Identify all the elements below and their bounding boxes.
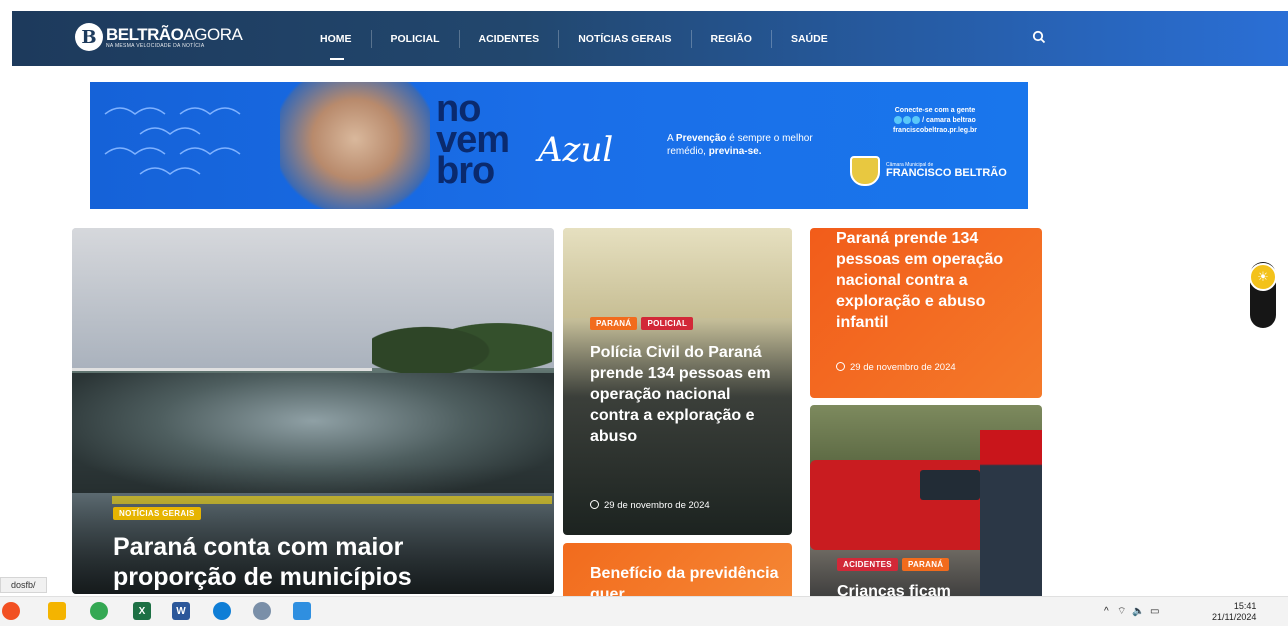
settings-icon[interactable] — [253, 602, 271, 620]
taskbar-clock[interactable]: 15:41 21/11/2024 — [1212, 601, 1256, 623]
category-tag[interactable]: PARANÁ — [590, 317, 638, 330]
news-card-beneficio[interactable]: Benefício da previdência quer — [563, 543, 792, 603]
logo-tagline: NA MESMA VELOCIDADE DA NOTÍCIA — [106, 42, 205, 49]
featured-news-title[interactable]: Paraná conta com maior proporção de muni… — [113, 532, 533, 592]
category-tag[interactable]: PARANÁ — [901, 558, 950, 571]
smiling-man-photo — [280, 82, 430, 209]
nav-home[interactable]: HOME — [308, 30, 371, 60]
site-header: B BELTRÃOAGORA NA MESMA VELOCIDADE DA NO… — [12, 11, 1288, 66]
crest-icon — [850, 156, 880, 186]
news-title[interactable]: Paraná prende 134 pessoas em operação na… — [836, 228, 1036, 333]
photos-icon[interactable] — [293, 602, 311, 620]
chrome-icon[interactable] — [90, 602, 108, 620]
site-logo[interactable]: B BELTRÃOAGORA NA MESMA VELOCIDADE DA NO… — [75, 23, 243, 51]
edge-icon[interactable] — [213, 602, 231, 620]
main-nav: HOME POLICIAL ACIDENTES NOTÍCIAS GERAIS … — [308, 11, 847, 66]
file-explorer-icon[interactable] — [48, 602, 66, 620]
prevention-text: A Prevenção é sempre o melhor remédio, p… — [667, 133, 813, 157]
search-icon[interactable] — [1032, 30, 1046, 47]
contact-info: Conecte-se com a gente / camara beltrao … — [893, 107, 978, 134]
nav-policial[interactable]: POLICIAL — [370, 29, 459, 48]
word-icon[interactable]: W — [172, 602, 190, 620]
sun-icon[interactable]: ☀ — [1249, 263, 1277, 291]
system-tray[interactable]: ^ ⌔ 🔈 ▭ — [1104, 605, 1159, 618]
camara-logo: Câmara Municipal de FRANCISCO BELTRÃO — [850, 156, 1007, 186]
nav-saude[interactable]: SAÚDE — [770, 29, 847, 48]
nav-noticias-gerais[interactable]: NOTÍCIAS GERAIS — [558, 29, 690, 48]
social-icons — [894, 116, 921, 125]
logo-light-text: AGORA — [183, 24, 243, 44]
news-card-parana-prende[interactable]: Paraná prende 134 pessoas em operação na… — [810, 228, 1042, 398]
featured-news-card[interactable]: NOTÍCIAS GERAIS Paraná conta com maior p… — [72, 228, 554, 594]
app-icon[interactable] — [2, 602, 20, 620]
nav-acidentes[interactable]: ACIDENTES — [458, 29, 559, 48]
logo-badge: B — [75, 23, 103, 51]
news-title[interactable]: Polícia Civil do Paraná prende 134 pesso… — [590, 342, 780, 447]
category-tag[interactable]: NOTÍCIAS GERAIS — [113, 507, 201, 520]
mustache-pattern — [104, 107, 241, 175]
firefighter-photo — [980, 430, 1042, 600]
news-date: 29 de novembro de 2024 — [836, 362, 956, 373]
novembro-azul-banner[interactable]: no vem bro Azul A Prevenção é sempre o m… — [90, 82, 1028, 209]
news-card-acidente[interactable]: ACIDENTES PARANÁ Crianças ficam — [810, 405, 1042, 600]
excel-icon[interactable]: X — [133, 602, 151, 620]
logo-bold-text: BELTRÃO — [106, 24, 184, 44]
clock-icon — [590, 500, 599, 509]
category-tag[interactable]: POLICIAL — [641, 317, 694, 330]
category-tag[interactable]: ACIDENTES — [837, 558, 898, 571]
news-date: 29 de novembro de 2024 — [590, 500, 710, 511]
novembro-heading: no vem bro — [436, 88, 510, 192]
nav-regiao[interactable]: REGIÃO — [690, 29, 771, 48]
windows-taskbar: X W ^ ⌔ 🔈 ▭ 15:41 21/11/2024 — [0, 596, 1288, 626]
news-card-policia[interactable]: PARANÁ POLICIAL Polícia Civil do Paraná p… — [563, 228, 792, 535]
azul-script: Azul — [538, 130, 614, 170]
status-bar-url: dosfb/ — [0, 577, 47, 593]
clock-icon — [836, 362, 845, 371]
